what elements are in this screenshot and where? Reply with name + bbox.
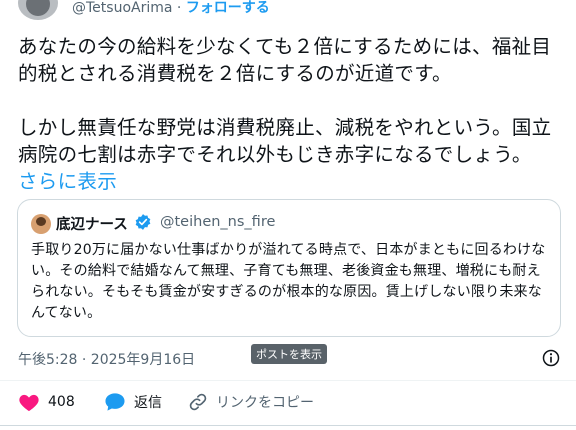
copy-link-button[interactable]: リンクをコピー	[188, 392, 314, 412]
author-avatar[interactable]	[18, 0, 58, 20]
post-paragraph-2: しかし無責任な野党は消費税廃止、減税をやれという。国立病院の七割は赤字でそれ以外…	[18, 114, 558, 195]
author-line: @TetsuoArima · フォローする	[72, 0, 270, 17]
follow-button[interactable]: フォローする	[186, 0, 270, 16]
divider	[0, 380, 576, 381]
like-count: 408	[48, 394, 75, 410]
show-more-link[interactable]: さらに表示	[18, 170, 117, 193]
reply-bubble-icon	[105, 393, 125, 411]
copy-link-label: リンクをコピー	[216, 395, 314, 411]
verified-badge-icon	[135, 214, 151, 230]
quoted-author-handle: @teihen_ns_fire	[160, 214, 276, 230]
info-icon[interactable]	[541, 348, 561, 368]
quoted-post[interactable]: 底辺ナース @teihen_ns_fire 手取り20万に届かない仕事ばかりが溢…	[17, 199, 561, 337]
heart-icon	[19, 394, 39, 412]
author-handle[interactable]: @TetsuoArima	[72, 0, 172, 16]
link-icon	[189, 393, 207, 411]
quoted-text: 手取り20万に届かない仕事ばかりが溢れてる時点で、日本がまともに回るわけない。そ…	[31, 242, 546, 321]
view-post-tooltip: ポストを表示	[251, 344, 327, 364]
post-header: @TetsuoArima · フォローする	[0, 0, 576, 22]
reply-label: 返信	[134, 395, 162, 411]
reply-button[interactable]: 返信	[104, 392, 162, 412]
quoted-avatar[interactable]	[31, 214, 51, 234]
post-timestamp[interactable]: 午後5:28 · 2025年9月16日	[18, 349, 195, 369]
quoted-author-name[interactable]: 底辺ナース	[56, 213, 128, 234]
post-paragraph-1: あなたの今の給料を少なくても２倍にするためには、福祉目的税とされる消費税を２倍に…	[18, 35, 552, 85]
separator: ·	[176, 0, 182, 16]
bottom-border	[0, 425, 576, 426]
post-text: あなたの今の給料を少なくても２倍にするためには、福祉目的税とされる消費税を２倍に…	[18, 33, 558, 195]
post-paragraph-2-text: しかし無責任な野党は消費税廃止、減税をやれという。国立病院の七割は赤字でそれ以外…	[18, 116, 552, 166]
like-button[interactable]: 408	[18, 392, 75, 412]
